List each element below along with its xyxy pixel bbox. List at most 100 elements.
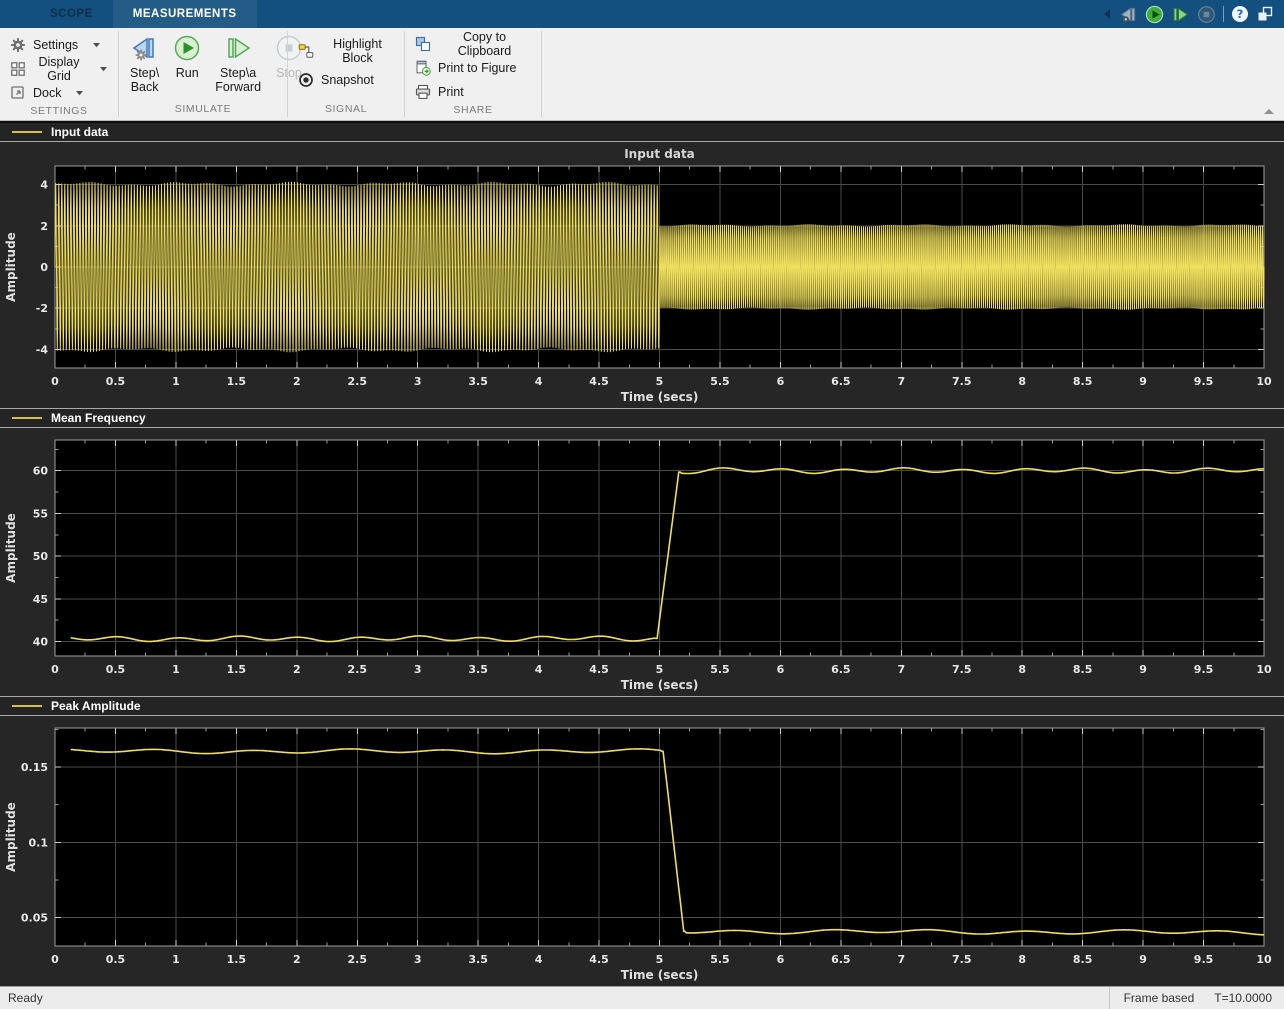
svg-text:9: 9 [1139,375,1147,388]
toolbar-group-signal: Highlight Block Snapshot SIGNAL [288,28,404,120]
svg-text:10: 10 [1256,663,1272,676]
help-icon[interactable]: ? [1231,5,1249,23]
print-label: Print [438,85,464,99]
tab-measurements[interactable]: MEASUREMENTS [113,0,257,28]
svg-text:5.5: 5.5 [710,953,730,966]
svg-text:9.5: 9.5 [1194,375,1214,388]
settings-label: Settings [33,38,78,52]
dock-button[interactable]: Dock [8,81,110,105]
legend-peak-amplitude[interactable]: Peak Amplitude [0,697,1284,716]
highlight-block-button[interactable]: Highlight Block [296,41,396,61]
step-forward-label-line1: Step\a [215,66,261,80]
svg-text:6.5: 6.5 [831,375,851,388]
svg-text:0: 0 [51,375,59,388]
svg-text:Time (secs): Time (secs) [621,390,699,404]
toolstrip-collapse-icon[interactable] [1262,107,1276,116]
panel-peak-amplitude: Peak Amplitude 00.511.522.533.544.555.56… [0,696,1284,986]
svg-text:0.5: 0.5 [106,663,126,676]
step-back-icon[interactable] [1119,5,1138,24]
run-icon[interactable] [1145,5,1164,24]
run-button[interactable]: Run [166,33,208,81]
svg-text:7: 7 [897,375,905,388]
settings-group-label: SETTINGS [0,105,118,120]
svg-text:8: 8 [1018,375,1026,388]
step-forward-icon [224,34,252,65]
svg-text:6.5: 6.5 [831,663,851,676]
svg-text:6: 6 [777,663,785,676]
svg-text:1: 1 [172,663,180,676]
svg-text:3.5: 3.5 [468,663,488,676]
copy-to-clipboard-button[interactable]: Copy to Clipboard [413,32,533,56]
tab-scope[interactable]: SCOPE [30,0,113,28]
copy-to-clipboard-label: Copy to Clipboard [438,30,531,58]
legend-input-data[interactable]: Input data [0,123,1284,142]
svg-text:60: 60 [33,465,49,478]
svg-text:1: 1 [172,953,180,966]
plot-mean-frequency[interactable]: 00.511.522.533.544.555.566.577.588.599.5… [0,428,1284,696]
tab-strip: SCOPE MEASUREMENTS [30,0,257,28]
gear-icon [10,37,26,53]
toolbar-group-simulate: Step\ Back Run [119,28,287,120]
svg-text:0: 0 [40,261,48,274]
svg-text:Input data: Input data [624,147,695,161]
highlight-block-label: Highlight Block [321,37,394,65]
svg-text:0.05: 0.05 [21,911,48,924]
svg-text:Time (secs): Time (secs) [621,968,699,982]
title-bar: SCOPE MEASUREMENTS [0,0,1284,28]
svg-text:1: 1 [172,375,180,388]
print-button[interactable]: Print [413,80,533,104]
svg-text:3: 3 [414,663,422,676]
svg-text:50: 50 [33,550,49,563]
svg-text:3.5: 3.5 [468,375,488,388]
step-forward-label-line2: Forward [215,80,261,94]
svg-text:7: 7 [897,663,905,676]
simulation-time-text: T=10.0000 [1214,991,1272,1005]
svg-text:40: 40 [33,635,49,648]
step-back-button[interactable]: Step\ Back [123,33,166,95]
collapse-chevron-icon[interactable] [1102,7,1112,21]
step-forward-icon[interactable] [1171,5,1190,24]
svg-text:5.5: 5.5 [710,663,730,676]
dock-label: Dock [33,86,61,100]
display-grid-button[interactable]: Display Grid [8,57,110,81]
svg-text:0.5: 0.5 [106,953,126,966]
legend-mean-frequency[interactable]: Mean Frequency [0,409,1284,428]
svg-text:1.5: 1.5 [227,375,247,388]
svg-text:2.5: 2.5 [348,663,368,676]
chevron-down-icon [99,66,108,72]
svg-text:9.5: 9.5 [1194,953,1214,966]
undock-icon[interactable] [1256,5,1274,23]
snapshot-button[interactable]: Snapshot [296,70,396,90]
svg-text:8.5: 8.5 [1073,375,1093,388]
stop-icon[interactable] [1197,5,1216,24]
svg-text:8.5: 8.5 [1073,953,1093,966]
plot-input-data[interactable]: 00.511.522.533.544.555.566.577.588.599.5… [0,142,1284,408]
signal-group-label: SIGNAL [288,103,404,120]
highlight-block-icon [298,43,314,59]
group-separator [541,31,542,117]
svg-text:4: 4 [535,375,543,388]
svg-text:0: 0 [51,663,59,676]
settings-button[interactable]: Settings [8,33,110,57]
print-to-figure-button[interactable]: Print to Figure [413,56,533,80]
svg-text:6: 6 [777,953,785,966]
svg-text:10: 10 [1256,953,1272,966]
svg-text:7.5: 7.5 [952,953,972,966]
svg-text:3: 3 [414,953,422,966]
quick-access-separator [1223,6,1224,22]
svg-text:-2: -2 [36,302,48,315]
svg-text:45: 45 [33,593,48,606]
step-forward-button[interactable]: Step\a Forward [208,33,268,95]
snapshot-icon [298,72,314,88]
legend-label-peak-amplitude: Peak Amplitude [51,699,141,713]
toolbar-group-share: Copy to Clipboard Print to Figure [405,28,541,120]
step-back-icon [131,34,159,65]
svg-text:2: 2 [293,953,301,966]
plot-peak-amplitude[interactable]: 00.511.522.533.544.555.566.577.588.599.5… [0,716,1284,986]
svg-text:5: 5 [656,375,664,388]
print-to-figure-icon [415,60,431,76]
toolstrip: Settings Display Grid [0,28,1284,121]
svg-text:9.5: 9.5 [1194,663,1214,676]
legend-label-mean-frequency: Mean Frequency [51,411,146,425]
legend-line-sample [12,705,42,707]
